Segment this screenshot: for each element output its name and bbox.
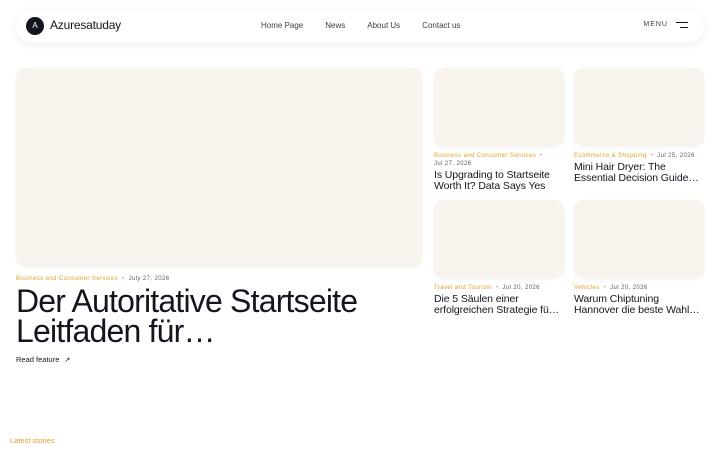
nav-links: Home Page News About Us Contact us xyxy=(261,21,460,30)
hero-date: July 27, 2026 xyxy=(128,276,170,282)
card-date: Jul 25, 2026 xyxy=(657,153,695,159)
nav-link-news[interactable]: News xyxy=(325,21,345,30)
card-image[interactable] xyxy=(574,68,704,146)
hero-meta: Business and Consumer Services • July 27, … xyxy=(16,276,169,282)
card-image[interactable] xyxy=(434,68,564,146)
card-meta: Ecommerce & Shopping • Jul 25, 2026 xyxy=(574,153,695,159)
card-title[interactable]: Warum Chiptuning Hannover die beste Wahl… xyxy=(574,294,706,315)
card-date: Jul 20, 2026 xyxy=(502,285,540,291)
card-meta-date: Jul 27, 2026 xyxy=(434,161,472,167)
card-category[interactable]: Vehicles xyxy=(574,285,600,291)
card-meta: Travel and Tourism • Jul 20, 2026 xyxy=(434,285,540,291)
read-feature-link[interactable]: Read feature ↗ xyxy=(16,355,70,364)
nav-link-home[interactable]: Home Page xyxy=(261,21,303,30)
meta-separator: • xyxy=(603,285,607,291)
card-title[interactable]: Die 5 Säulen einer erfolgreichen Strateg… xyxy=(434,294,566,315)
menu-button[interactable]: MENU xyxy=(643,21,688,28)
hero-category[interactable]: Business and Consumer Services xyxy=(16,276,118,282)
card-title[interactable]: Mini Hair Dryer: The Essential Decision … xyxy=(574,162,706,183)
hero-title[interactable]: Der Autoritative Startseite Leitfaden fü… xyxy=(16,285,416,347)
read-feature-label: Read feature xyxy=(16,355,60,364)
card-category[interactable]: Business and Consumer Services xyxy=(434,153,536,159)
meta-separator: • xyxy=(122,276,125,282)
latest-stories-heading: Latest stories xyxy=(10,436,55,445)
logo-icon[interactable]: A xyxy=(26,17,44,35)
nav-link-contact[interactable]: Contact us xyxy=(422,21,460,30)
card-meta: Business and Consumer Services • xyxy=(434,153,547,159)
card-image[interactable] xyxy=(574,200,704,278)
hamburger-icon xyxy=(676,21,688,28)
card-category[interactable]: Ecommerce & Shopping xyxy=(574,153,647,159)
top-nav-bar: A Azuresatuday Home Page News About Us C… xyxy=(16,10,704,42)
card-meta: Vehicles • Jul 20, 2026 xyxy=(574,285,648,291)
meta-separator: • xyxy=(650,153,654,159)
card-date: Jul 27, 2026 xyxy=(434,161,472,167)
card-date: Jul 20, 2026 xyxy=(610,285,648,291)
nav-link-about[interactable]: About Us xyxy=(367,21,400,30)
card-category[interactable]: Travel and Tourism xyxy=(434,285,492,291)
meta-separator: • xyxy=(495,285,499,291)
card-image[interactable] xyxy=(434,200,564,278)
brand-name[interactable]: Azuresatuday xyxy=(50,18,121,32)
hero-image[interactable] xyxy=(16,68,422,266)
meta-separator: • xyxy=(540,153,543,159)
arrow-up-right-icon: ↗ xyxy=(64,356,71,364)
card-title[interactable]: Is Upgrading to Startseite Worth It? Dat… xyxy=(434,170,566,191)
menu-label: MENU xyxy=(643,21,668,28)
